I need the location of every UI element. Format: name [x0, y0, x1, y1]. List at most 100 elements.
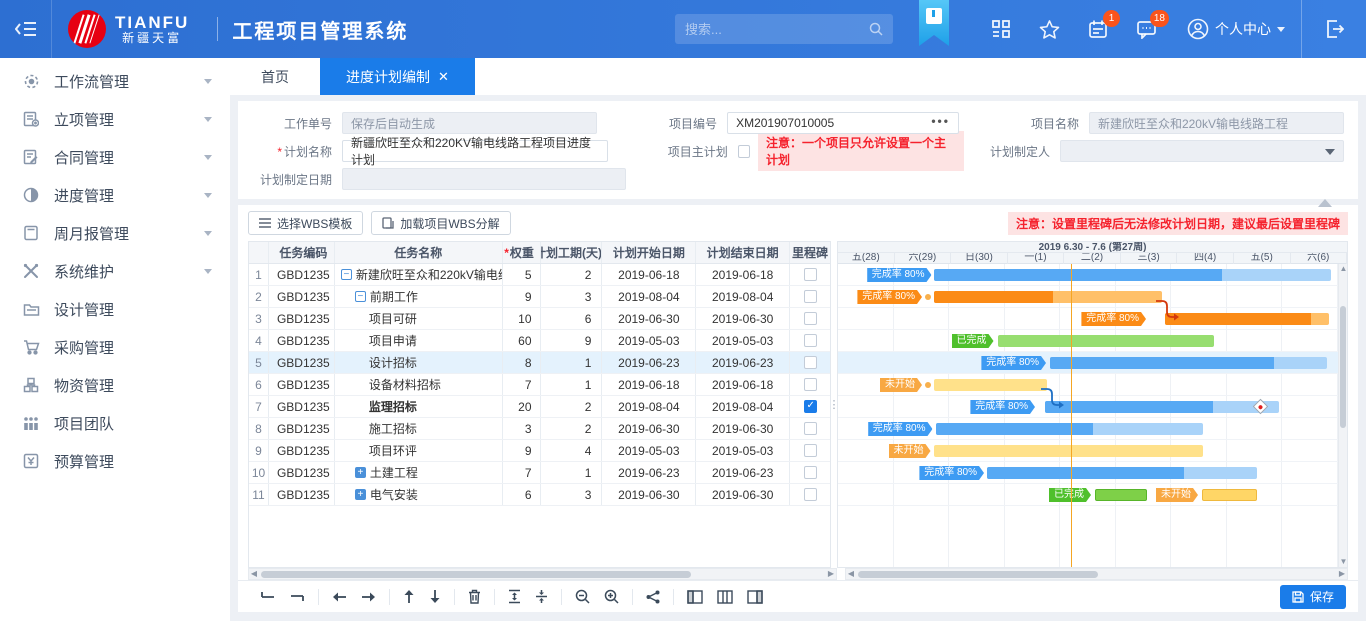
tree-expand-icon[interactable]: + — [355, 467, 366, 478]
col-header-start[interactable]: 计划开始日期 — [602, 242, 696, 263]
gantt-row[interactable]: 完成率 80% — [838, 462, 1338, 484]
gantt-bar[interactable] — [998, 335, 1215, 347]
gantt-bar[interactable] — [934, 269, 1331, 281]
table-row[interactable]: 10 GBD1235 +土建工程 7 1 2019-06-23 2019-06-… — [249, 462, 830, 484]
gantt-horizontal-scrollbar[interactable]: ◀ ▶ — [845, 568, 1348, 580]
table-row[interactable]: 11 GBD1235 +电气安装 6 3 2019-06-30 2019-06-… — [249, 484, 830, 506]
table-row[interactable]: 8 GBD1235 施工招标 3 2 2019-06-30 2019-06-30 — [249, 418, 830, 440]
col-header-milestone[interactable]: 里程碑 — [790, 242, 830, 263]
logout-icon[interactable] — [1301, 0, 1366, 58]
gantt-row[interactable]: 完成率 80% — [838, 264, 1338, 286]
gantt-bar[interactable] — [934, 445, 1203, 457]
zoom-out-icon[interactable] — [575, 589, 590, 604]
save-button[interactable]: 保存 — [1280, 585, 1346, 609]
table-horizontal-scrollbar[interactable]: ◀ ▶ — [248, 568, 837, 580]
milestone-checkbox[interactable] — [804, 466, 817, 479]
gantt-bar[interactable] — [1202, 489, 1258, 501]
milestone-checkbox[interactable] — [804, 488, 817, 501]
gantt-bar[interactable] — [1165, 313, 1329, 325]
col-header-end[interactable]: 计划结束日期 — [696, 242, 790, 263]
tree-expand-icon[interactable]: + — [355, 489, 366, 500]
sidebar-collapse-icon[interactable] — [0, 0, 52, 58]
gantt-row[interactable]: 已完成未开始 — [838, 484, 1338, 506]
apps-grid-icon[interactable] — [991, 19, 1011, 39]
sidebar-item-budget[interactable]: 预算管理 — [0, 442, 230, 480]
table-row[interactable]: 6 GBD1235 设备材料招标 7 1 2019-06-18 2019-06-… — [249, 374, 830, 396]
table-row[interactable]: 1 GBD1235 −新建欣旺至众和220kV输电线路工程 5 2 2019-0… — [249, 264, 830, 286]
scroll-down-icon[interactable]: ▼ — [1339, 557, 1348, 567]
scroll-thumb[interactable] — [261, 571, 691, 578]
chat-icon[interactable]: 18 — [1136, 19, 1157, 39]
arrow-down-icon[interactable] — [429, 589, 441, 604]
milestone-checkbox[interactable] — [804, 444, 817, 457]
gantt-row[interactable]: 未开始 — [838, 440, 1338, 462]
outdent-icon[interactable] — [261, 590, 276, 603]
sidebar-item-maintenance[interactable]: 系统维护 — [0, 252, 230, 290]
search-icon[interactable] — [869, 22, 883, 36]
master-plan-checkbox[interactable] — [738, 145, 750, 158]
user-menu[interactable]: 个人中心 — [1187, 18, 1285, 40]
scroll-right-icon[interactable]: ▶ — [826, 569, 836, 579]
gantt-row[interactable]: 完成率 80% — [838, 286, 1338, 308]
form-collapse-icon[interactable] — [1318, 199, 1332, 207]
gantt-bar[interactable] — [987, 467, 1257, 479]
tab-home[interactable]: 首页 — [230, 58, 320, 95]
col-header-name[interactable]: 任务名称 — [335, 242, 503, 263]
scroll-thumb[interactable] — [1340, 306, 1346, 427]
sidebar-item-procurement[interactable]: 采购管理 — [0, 328, 230, 366]
pane-splitter[interactable]: ⋮ — [830, 241, 837, 568]
indent-icon[interactable] — [290, 590, 305, 603]
table-row[interactable]: 7 GBD1235 监理招标 20 2 2019-08-04 2019-08-0… — [249, 396, 830, 418]
milestone-checkbox[interactable] — [804, 356, 817, 369]
expand-rows-icon[interactable] — [508, 589, 521, 604]
col-header-duration[interactable]: 计划工期(天) — [541, 242, 603, 263]
gantt-vertical-scrollbar[interactable]: ▲ ▼ — [1338, 264, 1347, 567]
zoom-in-icon[interactable] — [604, 589, 619, 604]
scroll-up-icon[interactable]: ▲ — [1339, 264, 1348, 274]
milestone-checkbox[interactable] — [804, 334, 817, 347]
gantt-bar[interactable] — [1045, 401, 1279, 413]
table-row[interactable]: 5 GBD1235 设计招标 8 1 2019-06-23 2019-06-23 — [249, 352, 830, 374]
milestone-checkbox[interactable] — [804, 378, 817, 391]
sidebar-item-contract[interactable]: 合同管理 — [0, 138, 230, 176]
scroll-left-icon[interactable]: ◀ — [249, 569, 259, 579]
milestone-checkbox[interactable] — [804, 422, 817, 435]
gantt-bar[interactable] — [934, 379, 1048, 391]
panel-split-icon[interactable] — [717, 590, 733, 604]
sidebar-item-design[interactable]: 设计管理 — [0, 290, 230, 328]
table-row[interactable]: 9 GBD1235 项目环评 9 4 2019-05-03 2019-05-03 — [249, 440, 830, 462]
sidebar-item-team[interactable]: 项目团队 — [0, 404, 230, 442]
tab-schedule-plan[interactable]: 进度计划编制✕ — [320, 58, 475, 95]
gantt-row[interactable]: 未开始 — [838, 374, 1338, 396]
wbs-load-button[interactable]: 加载项目WBS分解 — [371, 211, 510, 235]
wbs-template-button[interactable]: 选择WBS模板 — [248, 211, 363, 235]
search-input[interactable] — [685, 22, 869, 37]
milestone-checkbox[interactable] — [804, 268, 817, 281]
arrow-right-icon[interactable] — [361, 591, 376, 603]
scroll-left-icon[interactable]: ◀ — [846, 569, 856, 579]
arrow-left-icon[interactable] — [332, 591, 347, 603]
gantt-row[interactable]: 完成率 80% — [838, 418, 1338, 440]
project-no-more-button[interactable]: ••• — [931, 114, 950, 128]
collapse-rows-icon[interactable] — [535, 589, 548, 604]
sidebar-item-project[interactable]: 立项管理 — [0, 100, 230, 138]
panel-right-icon[interactable] — [747, 590, 763, 604]
plan-name-field[interactable]: 新疆欣旺至众和220KV输电线路工程项目进度计划 — [342, 140, 608, 162]
scroll-right-icon[interactable]: ▶ — [1337, 569, 1347, 579]
link-icon[interactable] — [646, 590, 660, 604]
milestone-checkbox[interactable] — [804, 312, 817, 325]
milestone-checkbox[interactable] — [804, 290, 817, 303]
bookmark-icon[interactable] — [919, 0, 949, 46]
star-icon[interactable] — [1039, 19, 1060, 39]
global-search[interactable] — [675, 14, 893, 44]
gantt-bar[interactable] — [1050, 357, 1327, 369]
trash-icon[interactable] — [468, 589, 481, 604]
sidebar-item-workflow[interactable]: 工作流管理 — [0, 62, 230, 100]
arrow-up-icon[interactable] — [403, 589, 415, 604]
gantt-row[interactable]: 完成率 80% — [838, 396, 1338, 418]
col-header-code[interactable]: 任务编码 — [269, 242, 335, 263]
table-row[interactable]: 2 GBD1235 −前期工作 9 3 2019-08-04 2019-08-0… — [249, 286, 830, 308]
gantt-bar[interactable] — [934, 291, 1162, 303]
gantt-bar[interactable] — [936, 423, 1203, 435]
gantt-row[interactable]: 完成率 80% — [838, 352, 1338, 374]
